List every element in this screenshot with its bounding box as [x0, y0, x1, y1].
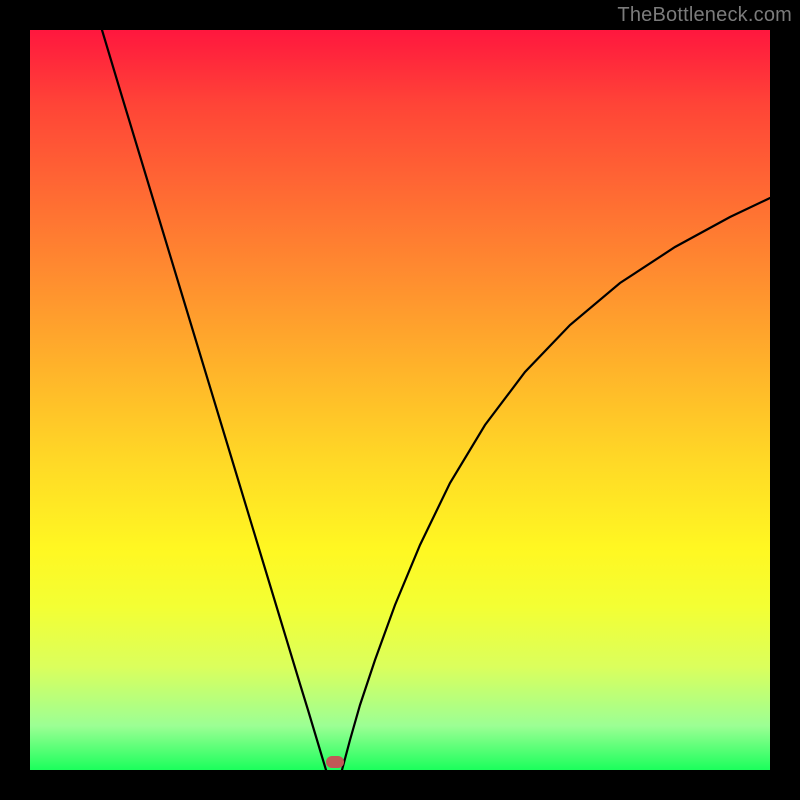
chart-frame: TheBottleneck.com — [0, 0, 800, 800]
bottleneck-curve — [30, 30, 770, 770]
optimum-marker — [326, 756, 344, 768]
plot-area — [30, 30, 770, 770]
watermark-text: TheBottleneck.com — [617, 4, 792, 27]
